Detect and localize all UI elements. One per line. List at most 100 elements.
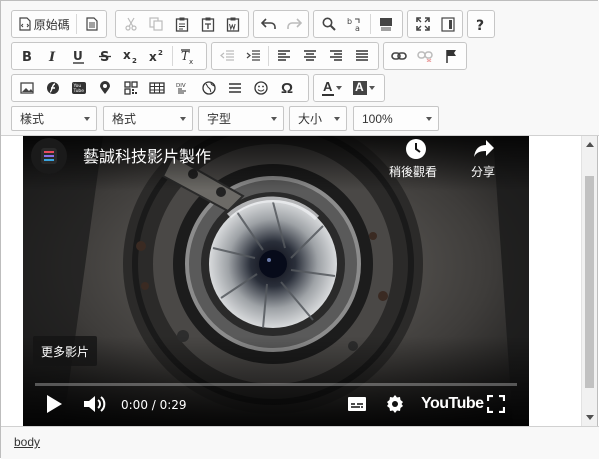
paste-word-icon bbox=[227, 17, 240, 32]
font-combo[interactable]: 字型 bbox=[198, 106, 284, 131]
bold-button[interactable]: B bbox=[14, 44, 40, 68]
share-button[interactable] bbox=[473, 138, 497, 160]
styles-combo[interactable]: 樣式 bbox=[11, 106, 97, 131]
settings-button[interactable] bbox=[385, 394, 407, 416]
subscript-icon: x2 bbox=[123, 49, 137, 63]
select-all-button[interactable] bbox=[373, 12, 399, 36]
text-color-button[interactable]: A bbox=[316, 76, 348, 100]
select-all-icon bbox=[380, 17, 392, 30]
watch-later-label[interactable]: 稍後觀看 bbox=[389, 163, 437, 180]
fullscreen-button[interactable] bbox=[486, 394, 507, 415]
outdent-button[interactable] bbox=[214, 44, 240, 68]
element-path-body[interactable]: body bbox=[14, 435, 40, 449]
background-color-icon: A bbox=[353, 80, 367, 95]
editor-content[interactable]: 藝誠科技影片製作 稍後觀看 分享 更多影片 0:00 / 0:29 YouTub… bbox=[1, 136, 583, 426]
align-center-button[interactable] bbox=[297, 44, 323, 68]
qr-code-icon bbox=[124, 81, 138, 95]
show-blocks-icon bbox=[440, 16, 455, 32]
scroll-down-icon[interactable] bbox=[586, 415, 594, 420]
search-icon bbox=[322, 17, 336, 31]
volume-button[interactable] bbox=[83, 394, 109, 416]
source-button[interactable]: 原始碼 bbox=[14, 12, 74, 36]
paste-text-icon bbox=[201, 17, 214, 32]
format-combo[interactable]: 格式 bbox=[103, 106, 193, 131]
flash-button[interactable] bbox=[40, 76, 66, 100]
strikethrough-icon: S bbox=[99, 50, 111, 63]
remove-format-button[interactable]: Tx bbox=[175, 44, 201, 68]
italic-button[interactable]: I bbox=[40, 44, 66, 68]
undo-button[interactable] bbox=[256, 12, 281, 36]
scrollbar-thumb[interactable] bbox=[585, 176, 594, 388]
link-button[interactable] bbox=[386, 44, 412, 68]
unlink-button[interactable] bbox=[412, 44, 438, 68]
toolbar-group-colors: A A bbox=[313, 74, 385, 102]
scroll-up-icon[interactable] bbox=[586, 142, 594, 147]
anchor-button[interactable] bbox=[438, 44, 464, 68]
paste-text-button[interactable] bbox=[195, 12, 221, 36]
youtube-logo[interactable]: YouTube bbox=[421, 395, 484, 413]
zoom-combo[interactable]: 100% bbox=[353, 106, 439, 131]
progress-bar[interactable] bbox=[35, 383, 517, 386]
qrcode-button[interactable] bbox=[118, 76, 144, 100]
flag-icon bbox=[446, 50, 456, 63]
svg-text:2: 2 bbox=[132, 57, 137, 63]
vertical-scrollbar[interactable] bbox=[581, 136, 597, 426]
align-center-icon bbox=[304, 50, 316, 61]
align-right-button[interactable] bbox=[323, 44, 349, 68]
share-label[interactable]: 分享 bbox=[471, 163, 495, 180]
copy-button[interactable] bbox=[144, 12, 170, 36]
video-title[interactable]: 藝誠科技影片製作 bbox=[83, 143, 211, 167]
special-char-button[interactable]: Ω bbox=[274, 76, 300, 100]
iframe-button[interactable] bbox=[196, 76, 222, 100]
align-left-button[interactable] bbox=[271, 44, 297, 68]
svg-text:I: I bbox=[48, 50, 56, 63]
superscript-button[interactable]: x2 bbox=[144, 44, 170, 68]
table-button[interactable] bbox=[144, 76, 170, 100]
channel-avatar[interactable] bbox=[31, 138, 67, 174]
play-button[interactable] bbox=[45, 394, 67, 416]
youtube-button[interactable]: You Tube bbox=[66, 76, 92, 100]
smiley-button[interactable] bbox=[248, 76, 274, 100]
replace-icon: ba bbox=[347, 17, 360, 32]
redo-icon bbox=[286, 18, 302, 29]
new-page-button[interactable] bbox=[79, 12, 104, 36]
about-button[interactable]: ? bbox=[470, 12, 492, 36]
align-left-icon bbox=[278, 50, 290, 61]
subscript-button[interactable]: x2 bbox=[118, 44, 144, 68]
font-size-combo[interactable]: 大小 bbox=[289, 106, 347, 131]
embedded-video-player[interactable]: 藝誠科技影片製作 稍後觀看 分享 更多影片 0:00 / 0:29 YouTub… bbox=[23, 136, 529, 426]
svg-text:Tube: Tube bbox=[73, 88, 85, 94]
underline-button[interactable]: U bbox=[66, 44, 92, 68]
image-button[interactable] bbox=[14, 76, 40, 100]
cut-button[interactable] bbox=[118, 12, 144, 36]
paste-word-button[interactable] bbox=[220, 12, 246, 36]
fullscreen-icon bbox=[486, 394, 506, 414]
time-display: 0:00 / 0:29 bbox=[121, 398, 187, 412]
flash-icon bbox=[47, 82, 59, 94]
background-color-button[interactable]: A bbox=[348, 76, 380, 100]
replace-button[interactable]: ba bbox=[342, 12, 368, 36]
map-button[interactable] bbox=[92, 76, 118, 100]
svg-text:b: b bbox=[347, 17, 352, 26]
strike-button[interactable]: S bbox=[92, 44, 118, 68]
indent-button[interactable] bbox=[240, 44, 266, 68]
globe-icon bbox=[202, 81, 216, 95]
watch-later-button[interactable] bbox=[395, 138, 435, 159]
div-button[interactable]: DIV bbox=[170, 76, 196, 100]
toolbar-group-insert: You Tube DIV Ω bbox=[11, 74, 309, 102]
justify-button[interactable] bbox=[349, 44, 375, 68]
more-videos-button[interactable]: 更多影片 bbox=[33, 336, 98, 366]
horizontal-rule-button[interactable] bbox=[222, 76, 248, 100]
separator bbox=[172, 46, 173, 66]
map-pin-icon bbox=[100, 81, 110, 94]
subtitles-button[interactable] bbox=[347, 396, 369, 414]
find-button[interactable] bbox=[316, 12, 342, 36]
show-blocks-button[interactable] bbox=[435, 12, 460, 36]
table-icon bbox=[149, 82, 165, 94]
chevron-down-icon bbox=[369, 86, 375, 90]
toolbar-group-document: 原始碼 bbox=[11, 10, 107, 38]
svg-text:B: B bbox=[22, 50, 32, 63]
paste-button[interactable] bbox=[169, 12, 195, 36]
redo-button[interactable] bbox=[281, 12, 306, 36]
maximize-button[interactable] bbox=[410, 12, 435, 36]
